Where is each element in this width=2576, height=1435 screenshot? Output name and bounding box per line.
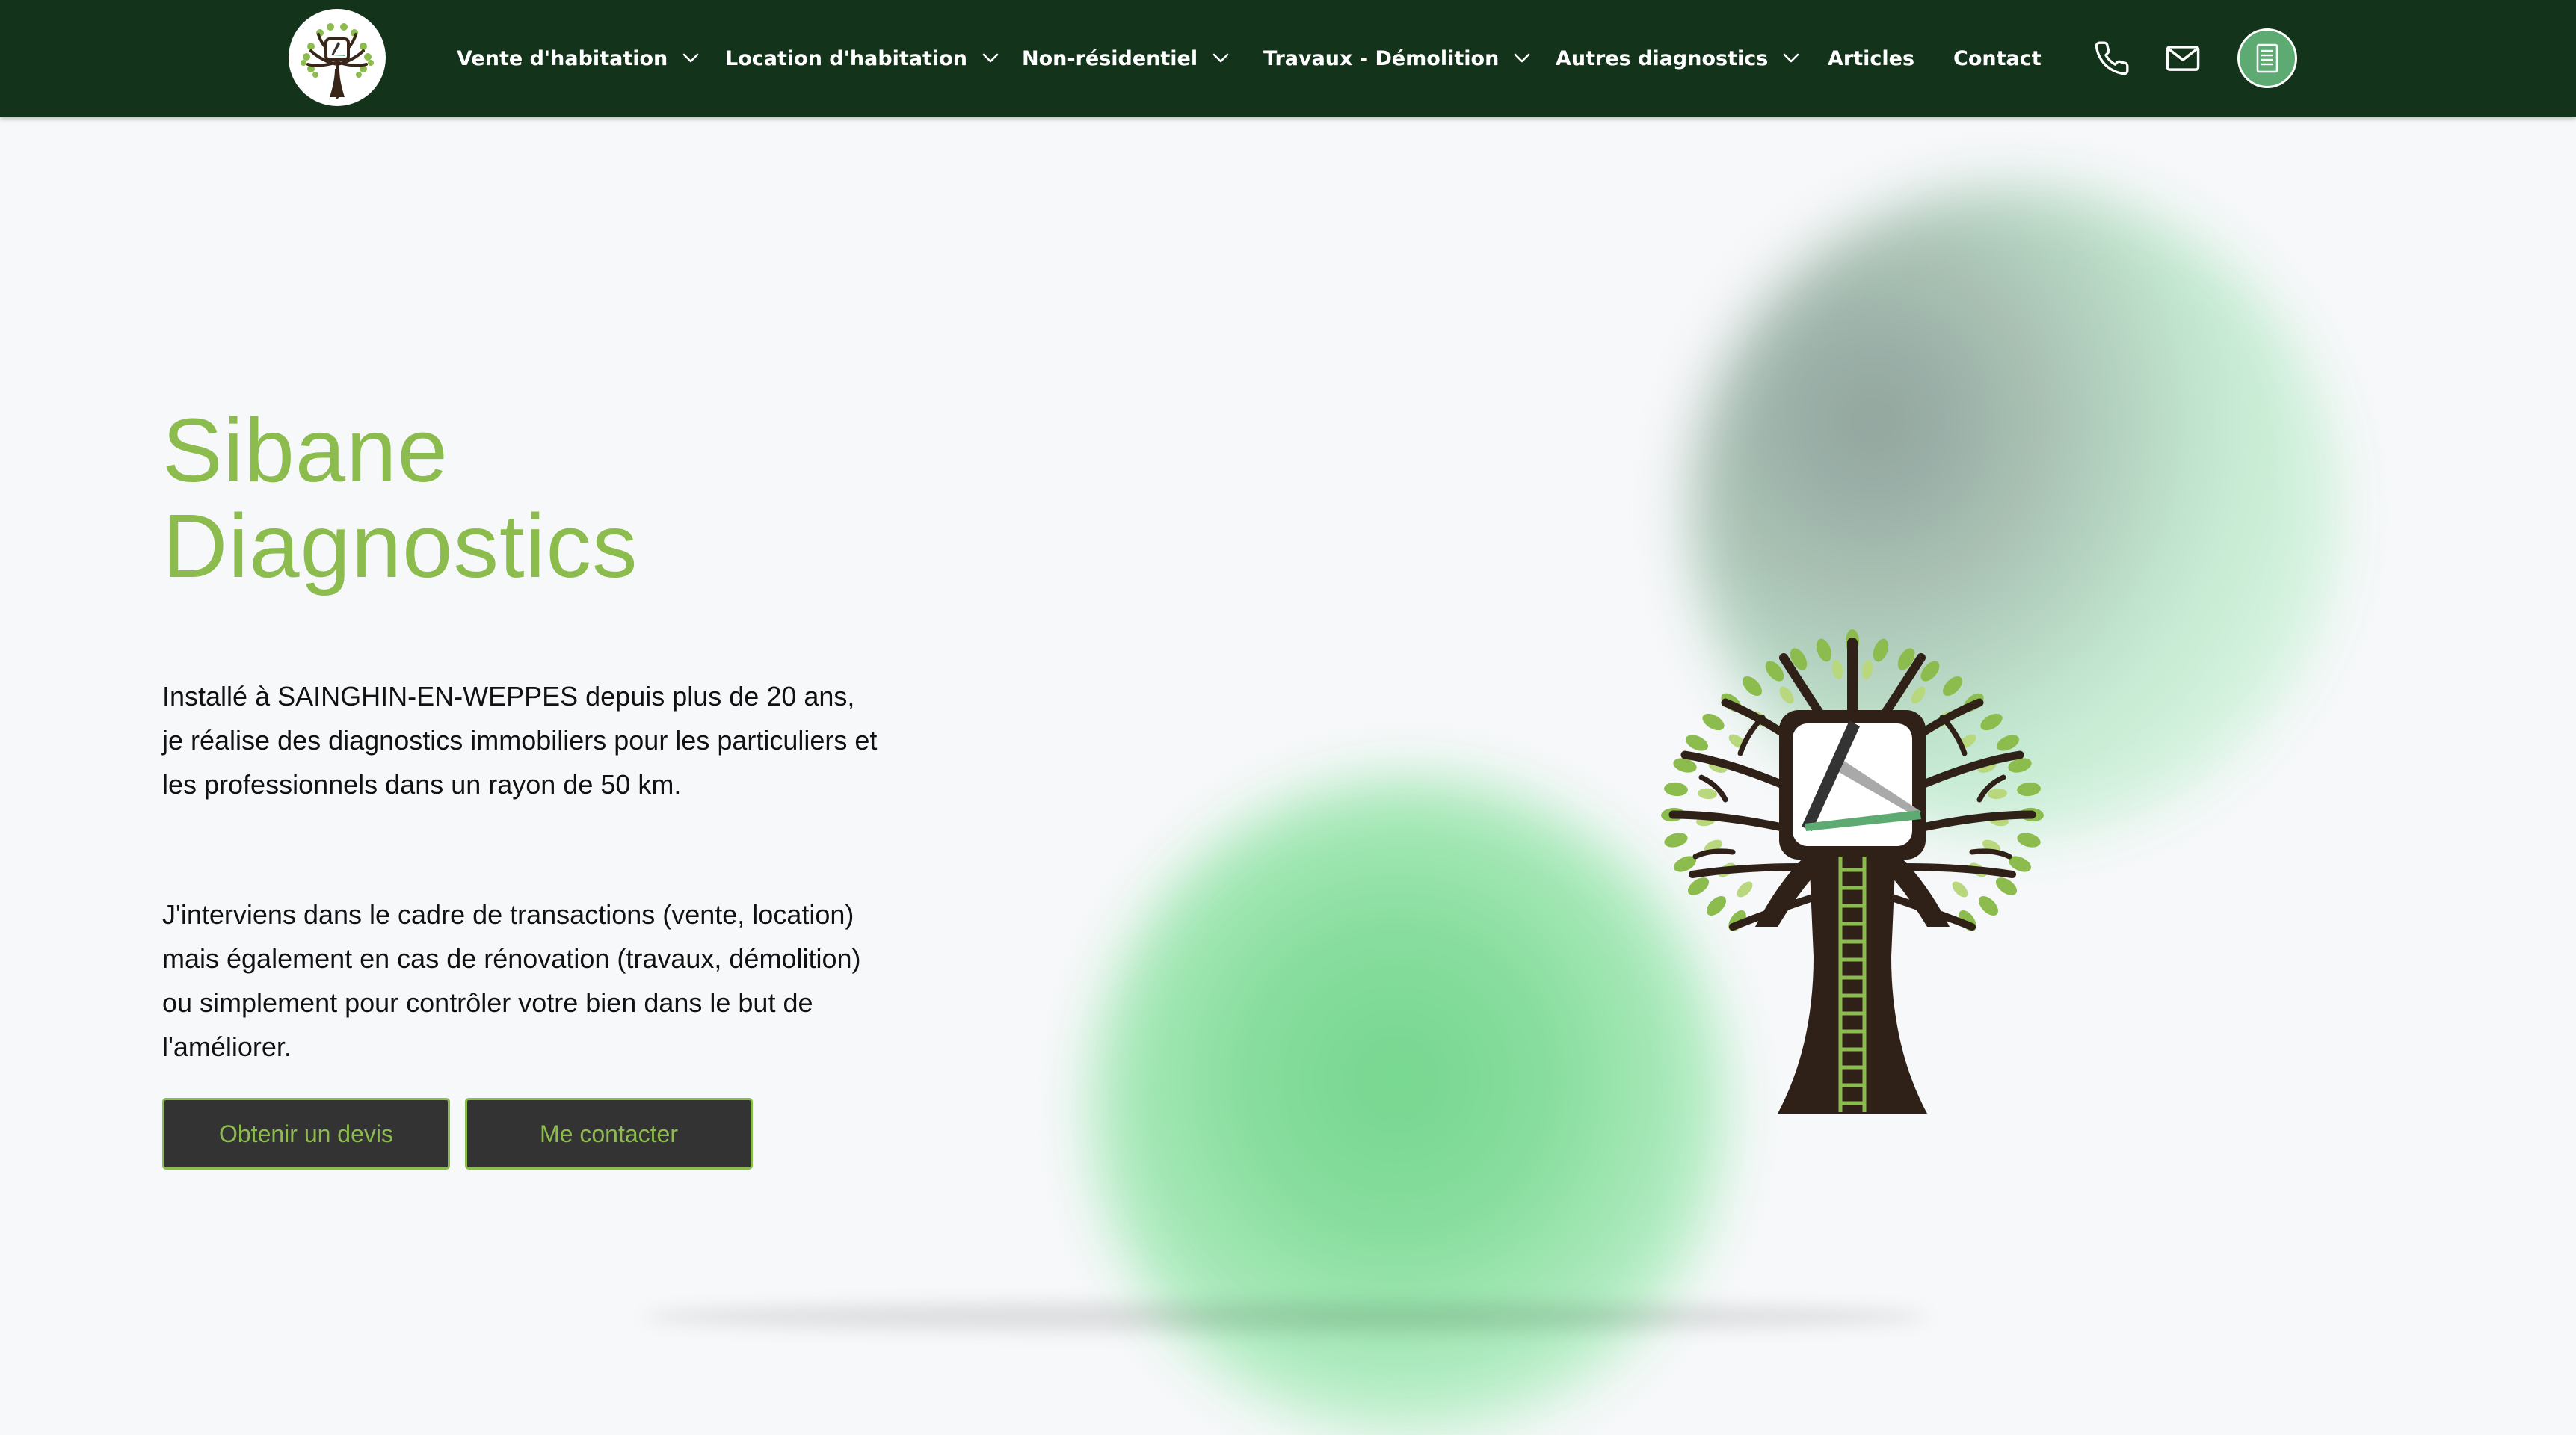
tree-house-illustration (1661, 629, 2044, 1114)
nav-item-non-residentiel[interactable]: Non-résidentiel (1022, 37, 1229, 79)
nav-item-label: Travaux - Démolition (1263, 46, 1500, 70)
tree-house-icon (301, 23, 374, 99)
nav-item-label: Vente d'habitation (457, 46, 668, 70)
top-navbar: Vente d'habitation Location d'habitation… (0, 0, 2576, 117)
mail-button[interactable] (2162, 37, 2204, 79)
phone-icon (2095, 41, 2129, 75)
nav-item-label: Location d'habitation (725, 46, 967, 70)
chevron-down-icon (982, 53, 999, 63)
page-title-line-1: Sibane (162, 399, 449, 501)
chevron-down-icon (1784, 53, 1799, 63)
page-title: Sibane Diagnostics (162, 402, 638, 593)
nav-item-articles[interactable]: Articles (1828, 37, 1914, 79)
nav-item-location-habitation[interactable]: Location d'habitation (725, 37, 999, 79)
nav-item-label: Non-résidentiel (1022, 46, 1198, 70)
get-quote-button[interactable]: Obtenir un devis (162, 1098, 450, 1170)
quote-document-button[interactable] (2237, 28, 2297, 88)
nav-item-travaux-demolition[interactable]: Travaux - Démolition (1263, 37, 1530, 79)
phone-button[interactable] (2091, 37, 2133, 79)
nav-item-vente-habitation[interactable]: Vente d'habitation (457, 37, 699, 79)
nav-item-label: Autres diagnostics (1556, 46, 1769, 70)
document-icon (2256, 43, 2278, 73)
page-title-line-2: Diagnostics (162, 495, 638, 596)
nav-item-label: Contact (1953, 46, 2042, 70)
mail-icon (2166, 46, 2200, 71)
nav-item-autres-diagnostics[interactable]: Autres diagnostics (1556, 37, 1799, 79)
nav-item-contact[interactable]: Contact (1953, 37, 2042, 79)
section-shadow (643, 1302, 1929, 1332)
contact-me-button[interactable]: Me contacter (465, 1098, 753, 1170)
chevron-down-icon (1212, 53, 1229, 63)
nav-item-label: Articles (1828, 46, 1915, 70)
hero-services-paragraph: J'interviens dans le cadre de transactio… (162, 899, 861, 1062)
chevron-down-icon (1515, 53, 1530, 63)
hero-intro-paragraph: Installé à SAINGHIN-EN-WEPPES depuis plu… (162, 681, 878, 800)
site-logo[interactable] (289, 9, 386, 106)
chevron-down-icon (682, 53, 699, 63)
